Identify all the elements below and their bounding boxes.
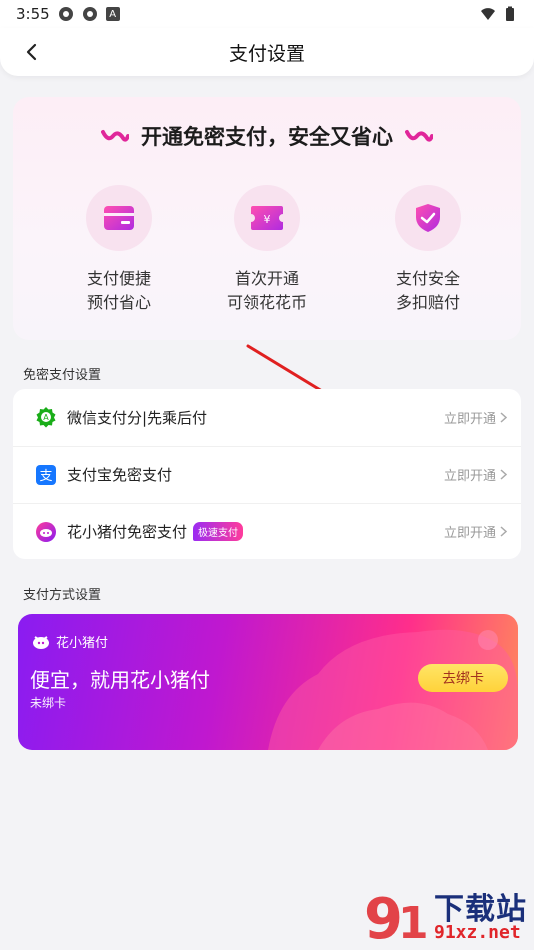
watermark-text-url: 91xz.net <box>434 922 521 943</box>
chevron-right-icon <box>500 526 507 537</box>
wechat-pay-score-icon: A <box>36 407 56 428</box>
chevron-right-icon <box>500 469 507 480</box>
activate-label: 立即开通 <box>443 411 496 427</box>
battery-icon <box>506 6 514 21</box>
card-status: 未绑卡 <box>30 696 67 710</box>
svg-text:1: 1 <box>398 898 429 949</box>
list-item-label: 花小猪付免密支付 <box>67 523 188 541</box>
alipay-icon: 支 <box>36 464 56 485</box>
feature-line2: 预付省心 <box>86 293 151 312</box>
list-item-label: 微信支付分|先乘后付 <box>67 408 208 427</box>
coupon-yen-icon: ¥ <box>251 206 283 230</box>
wifi-icon <box>481 8 495 20</box>
chevron-left-icon <box>26 43 37 61</box>
svg-text:支: 支 <box>39 469 52 484</box>
app-header: 支付设置 <box>0 28 534 76</box>
app-notification-icon <box>82 7 97 21</box>
card-headline: 便宜，就用花小猪付 <box>30 668 210 692</box>
activate-link[interactable]: 立即开通 <box>444 465 507 484</box>
list-item-label: 支付宝免密支付 <box>67 466 173 484</box>
promo-title: 开通免密支付，安全又省心 <box>141 125 393 149</box>
huaxiaozhu-logo-icon <box>33 635 49 649</box>
fast-pay-badge: 极速支付 <box>193 522 244 541</box>
back-button[interactable] <box>18 38 46 66</box>
site-watermark: 9 1 下载站 91xz.net <box>360 880 534 950</box>
wave-decoration-icon <box>101 130 129 142</box>
shield-check-icon <box>416 204 440 232</box>
status-time: 3:55 <box>16 5 50 23</box>
section-label-payment-method: 支付方式设置 <box>23 588 102 603</box>
carrier-badge-icon: A <box>105 7 120 21</box>
app-notification-icon <box>58 7 73 21</box>
list-item-alipay[interactable]: 支 支付宝免密支付 立即开通 <box>13 446 521 502</box>
activate-link[interactable]: 立即开通 <box>444 408 507 427</box>
watermark-logo-icon: 9 1 <box>364 887 429 950</box>
feature-line2: 可领花花币 <box>226 293 307 312</box>
svg-text:A: A <box>43 413 49 422</box>
svg-text:¥: ¥ <box>264 213 271 226</box>
activate-label: 立即开通 <box>443 469 496 484</box>
feature-line1: 支付便捷 <box>86 269 151 288</box>
password-free-list: A 微信支付分|先乘后付 立即开通 支 支付宝免密支付 立即开通 花小猪付免密支… <box>13 389 521 559</box>
card-icon <box>104 206 134 230</box>
section-label-password-free: 免密支付设置 <box>23 368 102 383</box>
promo-card: 开通免密支付，安全又省心 支付便捷 预付省心 ¥ 首次开通 可领花花币 支付安全… <box>13 97 521 340</box>
feature-item: ¥ 首次开通 可领花花币 <box>202 185 332 315</box>
list-item-wechat-pay[interactable]: A 微信支付分|先乘后付 立即开通 <box>13 389 521 445</box>
feature-line1: 首次开通 <box>234 269 299 288</box>
feature-item: 支付安全 多扣赔付 <box>363 185 493 315</box>
card-brand: 花小猪付 <box>56 636 109 651</box>
wave-decoration-icon <box>405 130 433 142</box>
feature-item: 支付便捷 预付省心 <box>54 185 184 315</box>
feature-line1: 支付安全 <box>395 269 460 288</box>
list-item-huaxiaozhu-pay[interactable]: 花小猪付免密支付 极速支付 立即开通 <box>13 503 521 559</box>
status-bar: 3:55 A <box>0 0 534 28</box>
page-title: 支付设置 <box>228 42 305 65</box>
feature-line2: 多扣赔付 <box>395 293 460 312</box>
bind-card-button[interactable]: 去绑卡 <box>418 664 508 692</box>
huaxiaozhu-pay-icon <box>36 521 56 542</box>
activate-label: 立即开通 <box>443 526 496 541</box>
huaxiaozhu-pay-card[interactable]: 花小猪付 便宜，就用花小猪付 未绑卡 去绑卡 <box>18 614 518 750</box>
activate-link[interactable]: 立即开通 <box>444 522 507 541</box>
chevron-right-icon <box>500 411 507 423</box>
